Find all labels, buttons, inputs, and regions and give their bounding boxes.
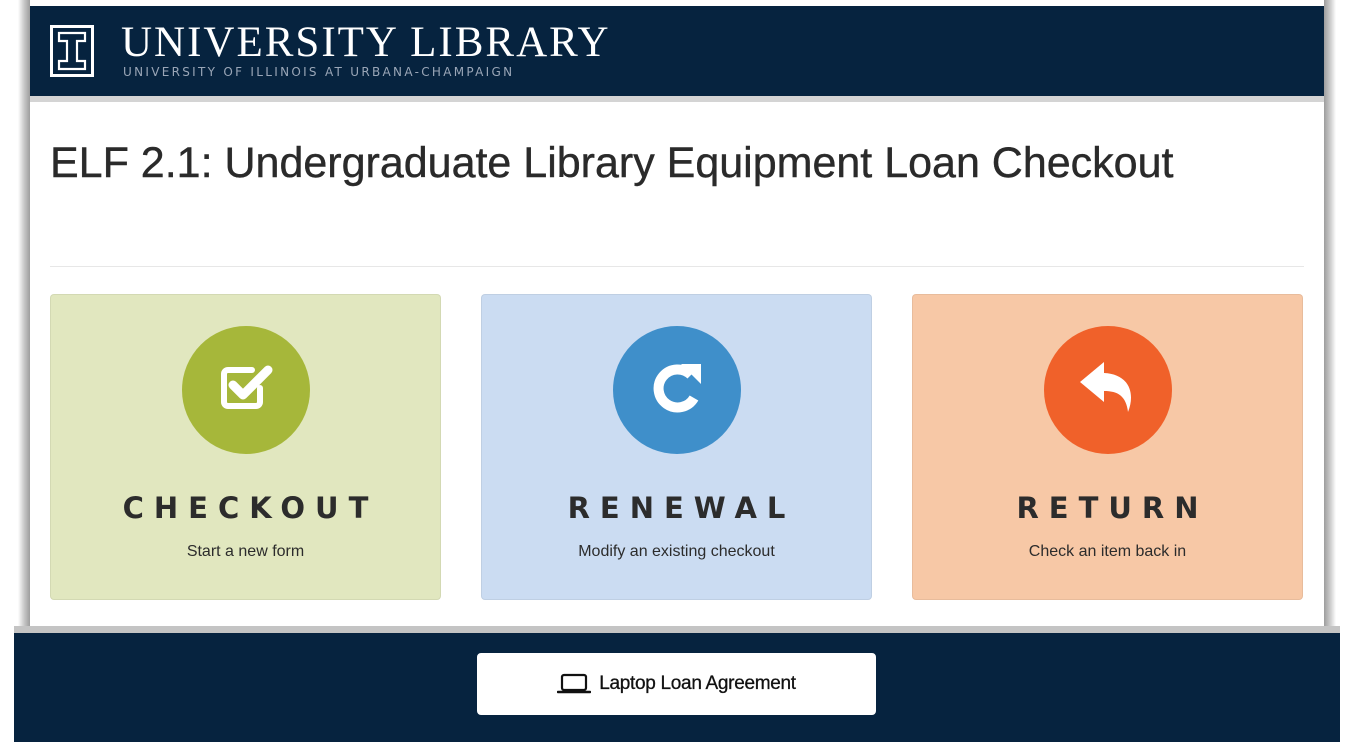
window-bottom-right-edge [1340,630,1349,742]
window-bottom-left-edge [0,630,14,742]
laptop-loan-agreement-label: Laptop Loan Agreement [599,673,796,694]
block-i-icon[interactable] [50,25,94,77]
library-title[interactable]: UNIVERSITY LIBRARY [121,20,611,66]
reply-arrow-icon [1076,356,1140,425]
page-title: ELF 2.1: Undergraduate Library Equipment… [50,139,1174,187]
return-title: RETURN [1016,491,1209,525]
return-card[interactable]: RETURN Check an item back in [912,294,1303,600]
title-divider [50,266,1304,267]
return-icon-circle [1044,326,1172,454]
laptop-icon [557,673,592,695]
renewal-icon-circle [613,326,741,454]
site-footer: Laptop Loan Agreement [14,633,1340,742]
refresh-icon [645,356,709,425]
main-content: ELF 2.1: Undergraduate Library Equipment… [30,108,1324,630]
checkout-subtitle: Start a new form [186,543,305,560]
checkout-icon-circle [182,326,310,454]
checkout-card[interactable]: CHECKOUT Start a new form [50,294,441,600]
site-header: UNIVERSITY LIBRARY UNIVERSITY OF ILLINOI… [30,6,1324,102]
checkout-title: CHECKOUT [122,491,379,525]
renewal-subtitle: Modify an existing checkout [578,543,775,560]
laptop-loan-agreement-button[interactable]: Laptop Loan Agreement [477,653,876,715]
window-left-shadow [0,0,30,630]
renewal-title: RENEWAL [567,491,796,525]
renewal-card[interactable]: RENEWAL Modify an existing checkout [481,294,872,600]
university-subtitle: UNIVERSITY OF ILLINOIS AT URBANA-CHAMPAI… [123,65,515,79]
return-subtitle: Check an item back in [1028,543,1187,560]
checkbox-icon [216,358,276,423]
window-right-shadow [1324,0,1349,630]
